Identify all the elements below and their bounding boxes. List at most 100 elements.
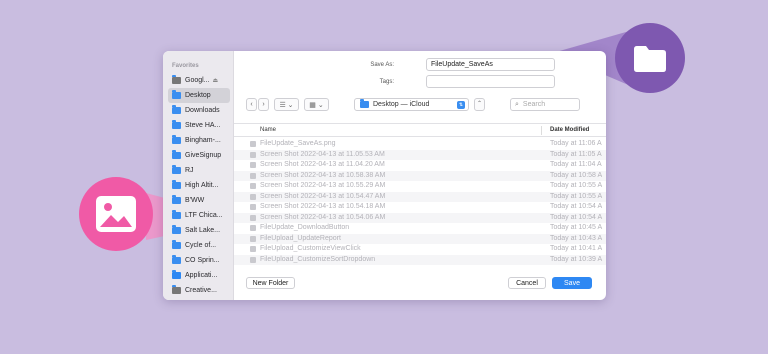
- search-icon: ⌕: [515, 100, 519, 108]
- sidebar-item[interactable]: CO Sprin...: [168, 253, 230, 268]
- file-icon: [250, 141, 256, 147]
- file-list-header: Name Date Modified: [234, 123, 606, 137]
- sidebar-item[interactable]: Creative...: [168, 283, 230, 298]
- save-button[interactable]: Save: [552, 277, 592, 289]
- location-label: Desktop — iCloud: [373, 101, 430, 108]
- folder-icon: [172, 120, 181, 130]
- sidebar-item-label: Steve HA...: [185, 122, 221, 129]
- list-view-button[interactable]: ☰ ⌄: [274, 98, 299, 111]
- grid-view-button[interactable]: ▦ ⌄: [304, 98, 329, 111]
- sidebar-item[interactable]: Cycle of...: [168, 238, 230, 253]
- file-row[interactable]: FileUpdate_DownloadButton Today at 10:45 …: [234, 223, 606, 233]
- sidebar-item[interactable]: Googl... ⏏: [168, 73, 230, 88]
- sidebar-item-label: B'WW: [185, 197, 205, 204]
- file-icon: [250, 172, 256, 179]
- file-row[interactable]: Screen Shot 2022-04-13 at 10.55.29 AM Tod…: [234, 181, 606, 191]
- sidebar-item[interactable]: GiveSignup: [168, 148, 230, 163]
- sidebar-heading: Favorites: [172, 63, 199, 69]
- sidebar-item-label: Applicati...: [185, 272, 218, 279]
- folder-icon: [172, 225, 181, 235]
- sidebar-item[interactable]: Salt Lake...: [168, 223, 230, 238]
- file-name: Screen Shot 2022-04-13 at 10.54.18 AM: [260, 203, 386, 210]
- file-icon: [250, 235, 256, 242]
- sidebar-item-label: Desktop: [185, 92, 211, 99]
- file-date: Today at 10:54 A: [550, 213, 603, 221]
- eject-icon[interactable]: ⏏: [213, 77, 219, 84]
- sidebar-item-label: Salt Lake...: [185, 227, 221, 234]
- tags-field[interactable]: [426, 75, 555, 88]
- back-button[interactable]: ‹: [246, 98, 257, 111]
- location-dropdown[interactable]: Desktop — iCloud ⇅: [354, 98, 469, 111]
- sidebar: Favorites Googl... ⏏ Desktop Downloads Steve…: [163, 51, 234, 300]
- grid-view-icon: ▦ ⌄: [309, 101, 324, 109]
- save-as-field[interactable]: FileUpdate_SaveAs: [426, 58, 555, 71]
- file-name: Screen Shot 2022-04-13 at 11.05.53 AM: [260, 150, 385, 158]
- column-date-modified[interactable]: Date Modified: [550, 127, 589, 133]
- sidebar-item[interactable]: Desktop: [168, 88, 230, 103]
- search-input[interactable]: ⌕ Search: [510, 98, 580, 111]
- file-row[interactable]: Screen Shot 2022-04-13 at 10.54.47 AM Tod…: [234, 191, 606, 202]
- sidebar-item[interactable]: High Altit...: [168, 178, 230, 193]
- tags-label: Tags:: [379, 79, 394, 85]
- file-date: Today at 10:55 A: [550, 182, 603, 189]
- cancel-button[interactable]: Cancel: [508, 277, 546, 289]
- chevron-right-icon: ›: [262, 101, 265, 108]
- file-name: FileUpload_CustomizeViewClick: [260, 245, 361, 252]
- sidebar-item-label: GiveSignup: [185, 152, 222, 159]
- file-icon: [250, 151, 256, 158]
- sidebar-item-label: RJ: [185, 167, 194, 174]
- file-name: FileUpload_UpdateReport: [260, 234, 341, 242]
- image-callout: [79, 177, 153, 251]
- sidebar-item-label: High Altit...: [185, 182, 219, 189]
- sidebar-item-label: Bingham-...: [185, 137, 221, 144]
- image-icon: [96, 196, 136, 232]
- sidebar-item-label: Downloads: [185, 107, 220, 114]
- folder-icon: [634, 46, 666, 72]
- sidebar-item[interactable]: Applicati...: [168, 268, 230, 283]
- file-name: Screen Shot 2022-04-13 at 10.54.06 AM: [260, 213, 386, 221]
- save-dialog: Favorites Googl... ⏏ Desktop Downloads Steve…: [163, 51, 606, 300]
- sidebar-item-label: Creative...: [185, 287, 217, 294]
- sidebar-item[interactable]: Steve HA...: [168, 118, 230, 133]
- dialog-footer: New Folder Cancel Save: [234, 270, 606, 300]
- file-row[interactable]: FileUpload_CustomizeSortDropdown Today at…: [234, 254, 606, 265]
- column-divider: [541, 126, 542, 135]
- file-row[interactable]: FileUpload_UpdateReport Today at 10:43 A: [234, 233, 606, 244]
- file-row[interactable]: Screen Shot 2022-04-13 at 10.58.38 AM Tod…: [234, 170, 606, 181]
- file-row[interactable]: Screen Shot 2022-04-13 at 10.54.06 AM Tod…: [234, 212, 606, 223]
- sidebar-item-label: Cycle of...: [185, 242, 217, 249]
- file-date: Today at 10:43 A: [550, 234, 603, 242]
- file-name: FileUpload_CustomizeSortDropdown: [260, 255, 376, 263]
- sidebar-item[interactable]: Downloads: [168, 103, 230, 118]
- chevron-updown-icon: ⇅: [457, 101, 465, 109]
- file-row[interactable]: Screen Shot 2022-04-13 at 11.04.20 AM Tod…: [234, 160, 606, 170]
- file-row[interactable]: Screen Shot 2022-04-13 at 10.54.18 AM Tod…: [234, 202, 606, 212]
- desktop-folder-icon: [172, 90, 181, 100]
- main-panel: Save As: FileUpdate_SaveAs Tags: ‹ › ☰ ⌄…: [234, 51, 606, 300]
- folder-icon: [172, 135, 181, 145]
- file-name: FileUpdate_SaveAs.png: [260, 140, 336, 147]
- sidebar-item[interactable]: Bingham-...: [168, 133, 230, 148]
- folder-icon: [172, 195, 181, 205]
- file-row[interactable]: Screen Shot 2022-04-13 at 11.05.53 AM Tod…: [234, 149, 606, 160]
- folder-icon: [172, 180, 181, 190]
- sidebar-item[interactable]: LTF Chica...: [168, 208, 230, 223]
- file-icon: [250, 162, 256, 168]
- forward-button[interactable]: ›: [258, 98, 269, 111]
- sidebar-item[interactable]: RJ: [168, 163, 230, 178]
- drive-icon: [172, 75, 181, 85]
- file-date: Today at 10:39 A: [550, 255, 603, 263]
- downloads-icon: [172, 105, 181, 115]
- file-icon: [250, 214, 256, 221]
- file-list: FileUpdate_SaveAs.png Today at 11:06 A Scr…: [234, 139, 606, 269]
- column-name[interactable]: Name: [260, 127, 276, 133]
- folder-icon: [172, 165, 181, 175]
- file-row[interactable]: FileUpload_CustomizeViewClick Today at 10…: [234, 244, 606, 254]
- file-name: Screen Shot 2022-04-13 at 10.54.47 AM: [260, 192, 386, 200]
- expand-button[interactable]: ⌃: [474, 98, 485, 111]
- new-folder-button[interactable]: New Folder: [246, 277, 295, 289]
- file-date: Today at 10:54 A: [550, 203, 603, 210]
- file-row[interactable]: FileUpdate_SaveAs.png Today at 11:06 A: [234, 139, 606, 149]
- folder-icon: [172, 210, 181, 220]
- sidebar-item[interactable]: B'WW: [168, 193, 230, 208]
